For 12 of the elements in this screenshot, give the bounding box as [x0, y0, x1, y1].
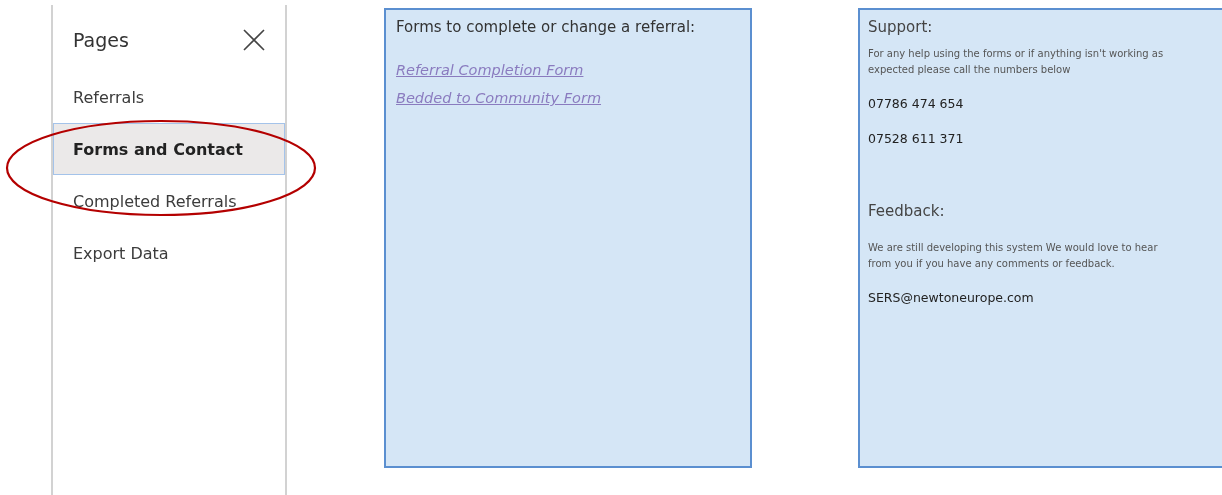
feedback-text: We are still developing this system We would love to hear from you if you have any comments or feedback.	[868, 241, 1159, 271]
panel-heading: Support:	[868, 18, 933, 36]
panel-heading: Forms to complete or change a referral:	[396, 18, 696, 36]
feedback-heading: Feedback:	[868, 202, 945, 220]
support-text: For any help using the forms or if anything isn't working as expected please call the numbers below	[868, 47, 1165, 77]
email-address: SERS@newtoneurope.com	[868, 290, 1034, 305]
phone-number: 07786 474 654	[868, 96, 964, 111]
close-icon	[243, 29, 265, 51]
phone-number: 07528 611 371	[868, 131, 964, 146]
sidebar-title: Pages	[73, 29, 129, 51]
close-button[interactable]	[243, 29, 265, 51]
sidebar-item[interactable]: Forms and Contact	[53, 123, 285, 175]
